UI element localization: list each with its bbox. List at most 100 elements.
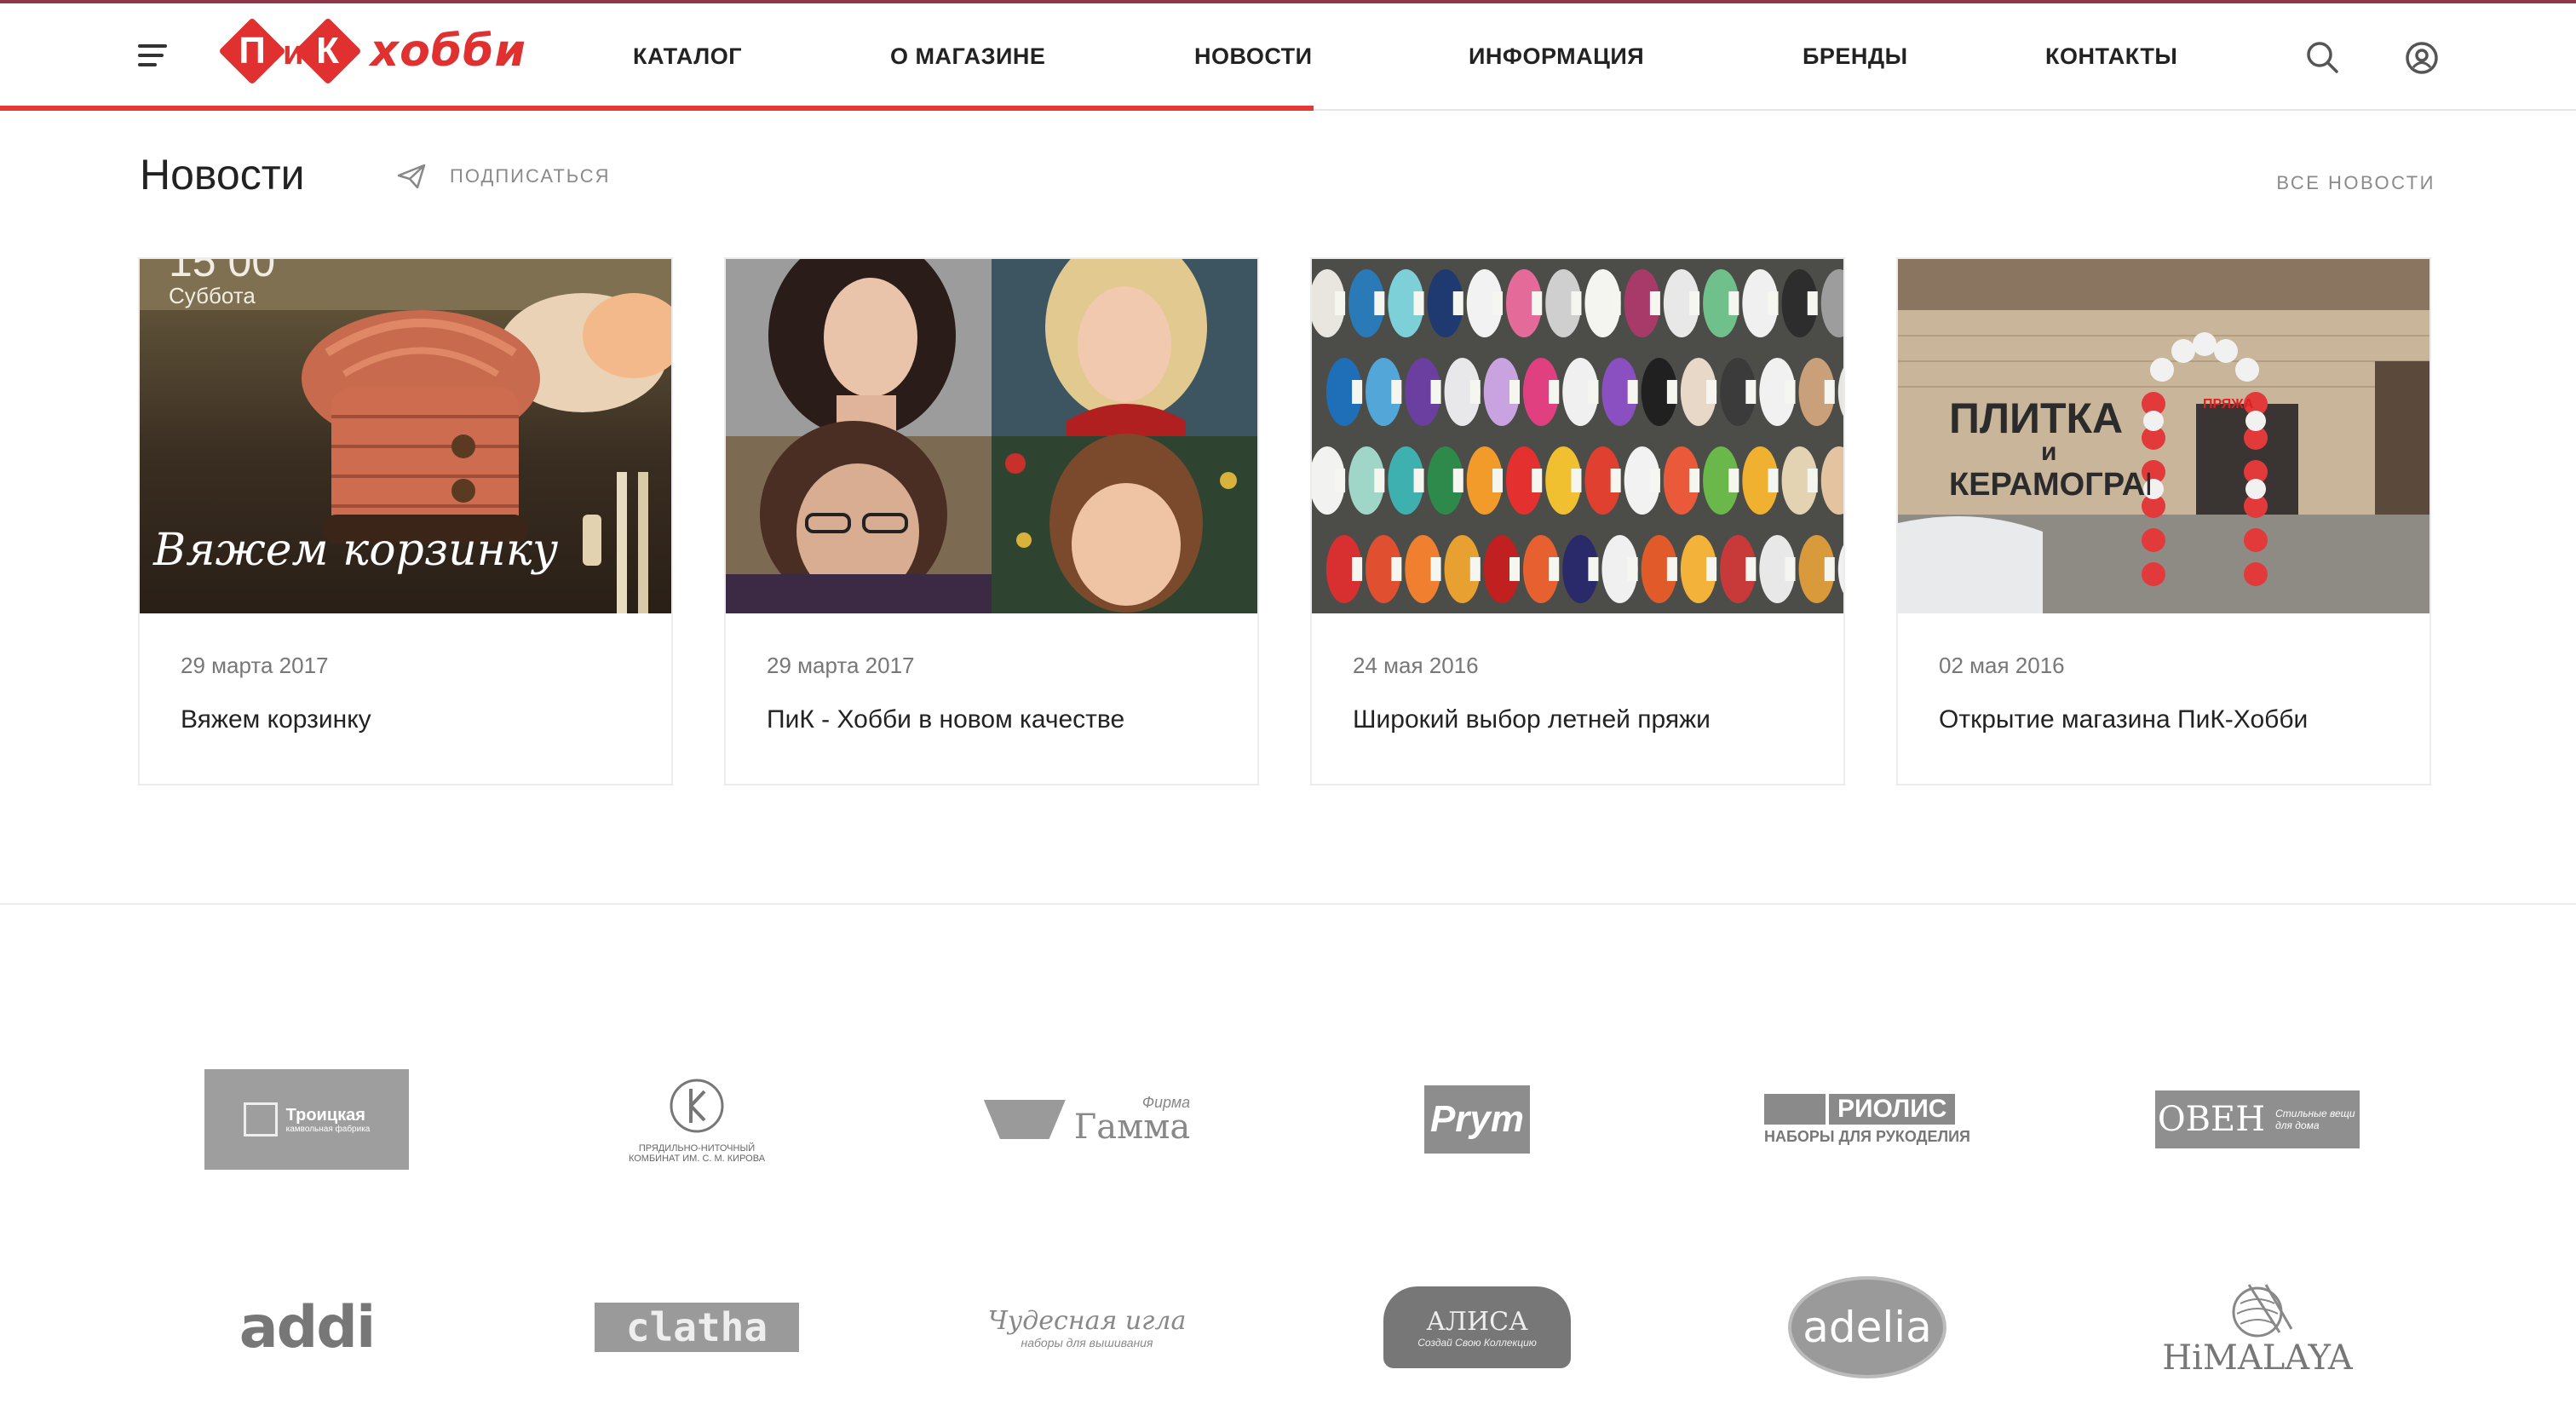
menu-burger-icon[interactable] <box>138 44 167 70</box>
brand-gamma-logo[interactable]: Фирма Гамма <box>976 1060 1198 1179</box>
yarn-label <box>1588 380 1599 404</box>
brand-kirov-logo[interactable]: ПРЯДИЛЬНО-НИТОЧНЫЙ КОМБИНАТ ИМ. С. М. КИ… <box>586 1060 808 1179</box>
yarn-label <box>1469 557 1481 581</box>
news-card[interactable]: 29 марта 2017 ПиК - Хобби в новом качест… <box>724 257 1259 785</box>
news-date: 29 марта 2017 <box>767 653 915 678</box>
yarn-label <box>1391 380 1402 404</box>
yarn-label <box>1785 557 1796 581</box>
page-title: Новости <box>140 151 305 199</box>
user-account-icon[interactable] <box>2403 39 2441 77</box>
yarn-label <box>1649 469 1660 492</box>
yarn-label <box>1413 469 1424 492</box>
yarn-label <box>1374 291 1385 315</box>
brand-chudesnaya-igla-logo[interactable]: Чудесная игла наборы для вышивания <box>976 1268 1198 1387</box>
yarn-label <box>1627 557 1638 581</box>
yarn-label <box>1452 291 1463 315</box>
site-header: П и К хобби КАТАЛОГ О МАГАЗИНЕ НОВОСТИ И… <box>0 0 2576 111</box>
yarn-label <box>1352 380 1363 404</box>
yarn-label <box>1430 557 1441 581</box>
yarn-label <box>1492 469 1503 492</box>
shop-label: ПРЯЖА <box>2203 397 2254 411</box>
nav-information[interactable]: ИНФОРМАЦИЯ <box>1469 3 1644 109</box>
news-card[interactable]: ПЛИТКА и КЕРАМОГРАНИТ ПРЯЖА 02 мая 2016 … <box>1896 257 2431 785</box>
yarn-label <box>1452 469 1463 492</box>
yarn-label <box>1745 557 1757 581</box>
yarn-label <box>1588 557 1599 581</box>
yarn-label <box>1549 557 1560 581</box>
news-date: 02 мая 2016 <box>1939 653 2065 678</box>
nav-brands[interactable]: БРЕНДЫ <box>1803 3 1908 109</box>
news-date: 29 марта 2017 <box>181 653 329 678</box>
news-date: 24 мая 2016 <box>1353 653 1479 678</box>
brand-troitskaya-logo[interactable]: Троицкая камвольная фабрика <box>196 1060 417 1179</box>
yarn-label <box>1509 380 1520 404</box>
yarn-label <box>1610 291 1621 315</box>
yarn-label <box>1728 469 1739 492</box>
news-image-yarn <box>1312 259 1843 613</box>
news-title[interactable]: Вяжем корзинку <box>181 705 371 734</box>
image-caption: Вяжем корзинку <box>153 525 559 576</box>
brand-adelia-logo[interactable]: adelia <box>1757 1268 1978 1387</box>
paper-plane-icon <box>397 164 426 189</box>
site-logo[interactable]: П и К хобби <box>223 17 526 85</box>
news-title[interactable]: ПиК - Хобби в новом качестве <box>767 705 1124 734</box>
brand-clatha-logo[interactable]: clatha <box>586 1268 808 1387</box>
logo-diamond-p: П <box>223 22 281 80</box>
yarn-label <box>1532 469 1543 492</box>
image-day: Суббота <box>169 283 256 308</box>
yarn-label <box>1745 380 1757 404</box>
yarn-label <box>1785 380 1796 404</box>
yarn-label <box>1728 291 1739 315</box>
yarn-label <box>1571 469 1582 492</box>
yarn-label <box>1549 380 1560 404</box>
brand-prym-logo[interactable]: Prym <box>1366 1060 1588 1179</box>
yarn-label <box>1492 291 1503 315</box>
yarn-label <box>1430 380 1441 404</box>
yarn-label <box>1807 291 1818 315</box>
yarn-label <box>1649 291 1660 315</box>
yarn-label <box>1807 469 1818 492</box>
yarn-label <box>1627 380 1638 404</box>
yarn-label <box>1689 291 1700 315</box>
yarn-label <box>1689 469 1700 492</box>
logo-word: хобби <box>370 26 526 77</box>
yarn-label <box>1768 469 1779 492</box>
yarn-label <box>1706 557 1717 581</box>
sign-line2: и <box>2041 438 2057 466</box>
yarn-label <box>1666 557 1677 581</box>
brand-oven-logo[interactable]: ОВЕН Стильные вещи для дома <box>2147 1060 2368 1179</box>
sign-line1: ПЛИТКА <box>1949 394 2124 442</box>
news-card[interactable]: 24 мая 2016 Широкий выбор летней пряжи <box>1310 257 1845 785</box>
nav-contacts[interactable]: КОНТАКТЫ <box>2045 3 2177 109</box>
yarn-label <box>1571 291 1582 315</box>
nav-news[interactable]: НОВОСТИ <box>1194 3 1313 109</box>
nav-about[interactable]: О МАГАЗИНЕ <box>890 3 1045 109</box>
yarn-label <box>1413 291 1424 315</box>
yarn-label <box>1335 291 1346 315</box>
nav-catalog[interactable]: КАТАЛОГ <box>633 3 742 109</box>
news-card[interactable]: 15 00 Суббота Вяжем корзинку 29 марта 20… <box>138 257 673 785</box>
brand-riolis-logo[interactable]: РИОЛИС НАБОРЫ ДЛЯ РУКОДЕЛИЯ <box>1757 1060 1978 1179</box>
yarn-label <box>1824 557 1835 581</box>
news-image-staff <box>726 259 1257 613</box>
yarn-label <box>1610 469 1621 492</box>
nav-active-indicator <box>0 106 1314 111</box>
yarn-label <box>1469 380 1481 404</box>
yarn-label <box>1335 469 1346 492</box>
search-icon[interactable] <box>2304 39 2342 77</box>
yarn-label <box>1352 557 1363 581</box>
brand-alisa-logo[interactable]: АЛИСА Создай Свою Коллекцию <box>1366 1268 1588 1387</box>
brand-himalaya-logo[interactable]: HiMALAYA <box>2147 1268 2368 1387</box>
news-image-shop-opening: ПЛИТКА и КЕРАМОГРАНИТ ПРЯЖА <box>1898 259 2429 613</box>
news-title[interactable]: Широкий выбор летней пряжи <box>1353 705 1711 734</box>
subscribe-button[interactable]: ПОДПИСАТЬСЯ <box>397 164 611 189</box>
section-divider <box>0 903 2576 905</box>
yarn-label <box>1374 469 1385 492</box>
yarn-label <box>1824 380 1835 404</box>
logo-diamond-k: К <box>299 22 357 80</box>
brand-addi-logo[interactable]: addi <box>196 1268 417 1387</box>
subscribe-label: ПОДПИСАТЬСЯ <box>450 165 611 187</box>
news-title[interactable]: Открытие магазина ПиК-Хобби <box>1939 705 2308 734</box>
all-news-link[interactable]: ВСЕ НОВОСТИ <box>2276 172 2435 194</box>
yarn-label <box>1532 291 1543 315</box>
